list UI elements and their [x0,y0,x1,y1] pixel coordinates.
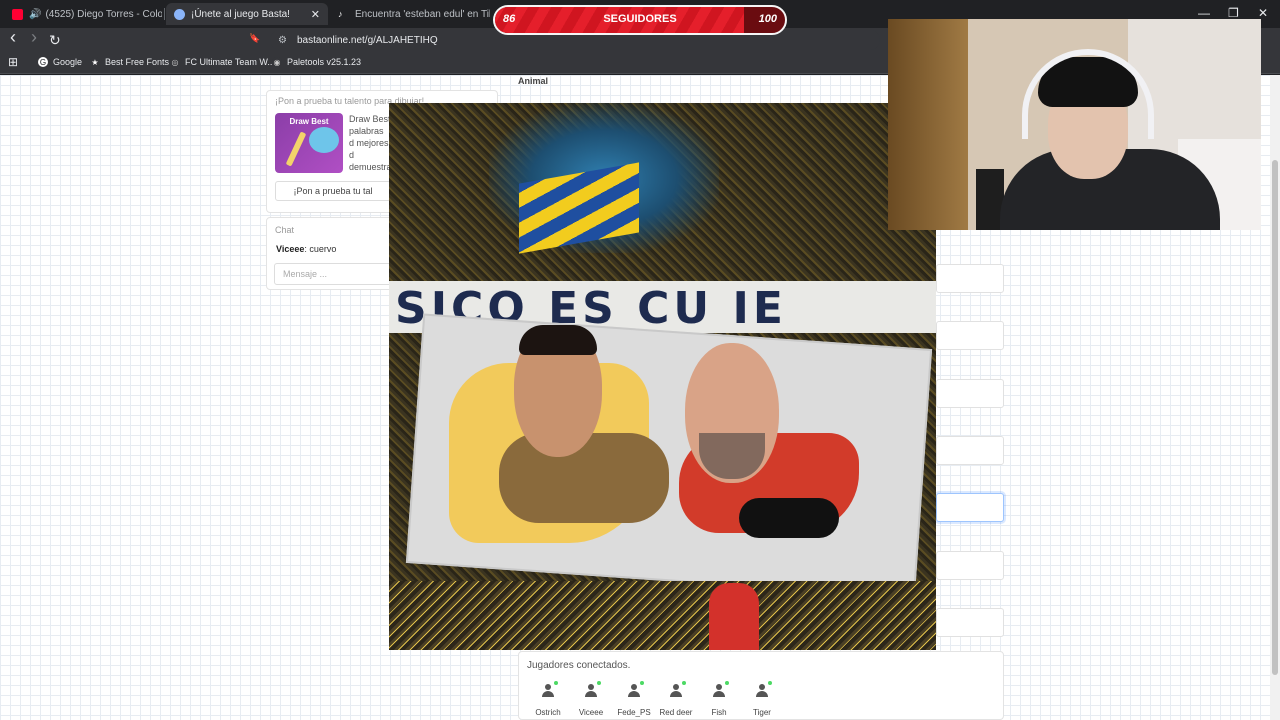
audio-icon: 🔊 [29,8,42,20]
player-item[interactable]: Fede_PS [614,681,654,717]
tab-youtube[interactable]: 🔊 (4525) Diego Torres - Color Espe [4,3,162,25]
google-icon: G [38,57,48,67]
chat-user: Viceee [276,244,305,254]
promo-image-title: Draw Best [289,117,329,126]
brush-icon [285,131,307,167]
bookmark-fc-ultimate[interactable]: ◎ FC Ultimate Team W... [170,57,275,67]
answer-field[interactable] [936,264,1004,293]
globe-icon: ◉ [272,57,282,67]
url-text: bastaonline.net/g/ALJAHETIHQ [296,34,438,46]
minimize-icon[interactable]: — [1198,6,1210,20]
tab-title: Encuentra 'esteban edul' en TikTok | [355,8,490,20]
chat-input[interactable]: Mensaje ... [274,263,392,285]
bookmark-paletools[interactable]: ◉ Paletools v25.1.23 [272,57,361,67]
user-icon [669,681,686,698]
follower-label: SEGUIDORES [603,13,677,25]
player-name: Fede_PS [617,708,651,717]
follower-goal: 100 [758,13,777,25]
meme-image-overlay: SICO ES CU IE [389,103,936,650]
answer-field[interactable] [936,379,1004,408]
restore-icon[interactable]: ❐ [1228,6,1239,20]
user-icon [712,681,729,698]
answer-field[interactable] [936,608,1004,637]
globe-icon [174,8,185,20]
bookmark-label: Google [53,57,83,67]
player-item[interactable]: Ostrich [528,681,568,717]
youtube-icon [12,8,23,20]
bookmark-google[interactable]: G Google [38,57,82,67]
site-info-icon[interactable]: ⚙ [278,35,287,46]
player-name: Ostrich [535,708,561,717]
star-icon: ★ [90,57,100,67]
headset [1022,49,1154,139]
player-item[interactable]: Red deer [656,681,696,717]
player-item[interactable]: Tiger [742,681,782,717]
back-icon[interactable]: ‹ [10,28,16,46]
user-icon [755,681,772,698]
tab-tiktok[interactable]: ♪ Encuentra 'esteban edul' en TikTok | [330,3,490,25]
player-name: Tiger [753,708,771,717]
tiktok-icon: ♪ [338,8,349,20]
close-tab-icon[interactable]: ✕ [311,8,320,21]
bookmark-label: Paletools v25.1.23 [287,57,362,67]
tab-title: ¡Únete al juego Basta! [191,8,290,20]
chat-text: cuervo [309,244,337,254]
player-item[interactable]: Fish [699,681,739,717]
follower-goal-bar: 86 SEGUIDORES 100 [493,5,787,35]
promo-image[interactable]: Draw Best [275,113,343,173]
player-name: Viceee [578,708,604,717]
user-icon [627,681,644,698]
reload-icon[interactable]: ↻ [49,32,61,48]
promo-text: Draw Best palabras d mejores d demuestra [349,114,392,172]
connected-players: Jugadores conectados. Ostrich Viceee Fed… [518,651,1004,720]
answer-field[interactable] [936,551,1004,580]
answer-field[interactable] [936,321,1004,350]
player-item[interactable]: Viceee [571,681,611,717]
players-title: Jugadores conectados. [527,660,631,671]
user-icon [584,681,601,698]
tab-title: (4525) Diego Torres - Color Espe [45,8,162,20]
answer-field-focused[interactable] [936,493,1004,522]
bookmark-best-free-fonts[interactable]: ★ Best Free Fonts [90,57,169,67]
chat-message: Viceee: cuervo [276,244,337,254]
player-name: Red deer [659,708,693,717]
user-icon [541,681,558,698]
webcam-overlay [888,19,1261,230]
globe-icon: ◎ [170,57,180,67]
apps-icon[interactable]: ⊞ [8,55,18,69]
promo-button[interactable]: ¡Pon a prueba tu tal [275,181,391,201]
forward-icon[interactable]: › [31,28,37,46]
bookmark-label: FC Ultimate Team W... [185,57,275,67]
bookmark-label: Best Free Fonts [105,57,170,67]
category-label: Animal [518,76,549,86]
bookmark-icon[interactable]: 🔖 [249,33,260,44]
chat-title: Chat [275,225,295,235]
page-scrollbar[interactable] [1270,75,1280,720]
answer-field[interactable] [936,436,1004,465]
tab-basta[interactable]: ¡Únete al juego Basta! ✕ [166,3,328,25]
player-name: Fish [711,708,727,717]
scrollbar-thumb[interactable] [1272,160,1278,675]
window-close-icon[interactable]: ✕ [1258,6,1268,20]
